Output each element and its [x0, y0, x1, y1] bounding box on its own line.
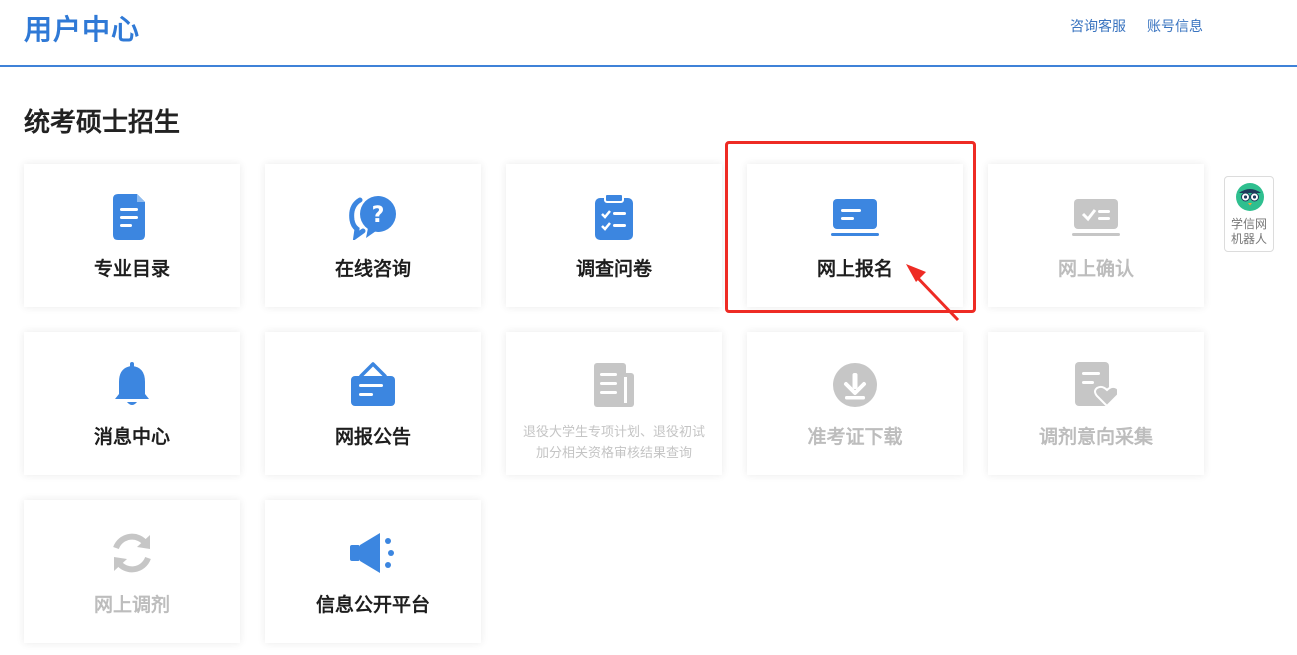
card-label-multiline: 退役大学生专项计划、退役初试 加分相关资格审核结果查询 — [512, 422, 716, 464]
bell-icon — [24, 362, 240, 408]
robot-label: 学信网 机器人 — [1225, 217, 1273, 247]
download-circle-icon — [747, 362, 963, 408]
form-heart-icon — [988, 362, 1204, 408]
bulletin-board-icon — [265, 362, 481, 408]
card-online-confirmation[interactable]: 网上确认 — [988, 164, 1204, 307]
megaphone-icon — [265, 530, 481, 576]
svg-text:?: ? — [372, 203, 385, 228]
card-online-registration[interactable]: 网上报名 — [747, 164, 963, 307]
card-label: 网上报名 — [816, 258, 893, 280]
card-information-disclosure-platform[interactable]: 信息公开平台 — [265, 500, 481, 643]
card-label-line2: 加分相关资格审核结果查询 — [535, 446, 692, 461]
card-label: 网报公告 — [334, 426, 411, 448]
laptop-icon — [747, 194, 963, 240]
card-label: 网上调剂 — [93, 594, 170, 616]
section-title: 统考硕士招生 — [24, 108, 181, 138]
card-admission-ticket-download[interactable]: 准考证下载 — [747, 332, 963, 475]
chat-robot-button[interactable]: 学信网 机器人 — [1224, 176, 1274, 252]
robot-avatar-icon — [1236, 183, 1264, 211]
robot-label-line1: 学信网 — [1230, 217, 1267, 231]
card-label: 准考证下载 — [807, 426, 903, 448]
card-veteran-qualification-query[interactable]: 退役大学生专项计划、退役初试 加分相关资格审核结果查询 — [506, 332, 722, 475]
card-adjustment-intention[interactable]: 调剂意向采集 — [988, 332, 1204, 475]
consult-service-link[interactable]: 咨询客服 — [1070, 16, 1126, 36]
card-label: 调查问卷 — [575, 258, 652, 280]
account-info-link[interactable]: 账号信息 — [1147, 16, 1203, 36]
newspaper-icon — [506, 362, 722, 408]
card-online-adjustment[interactable]: 网上调剂 — [24, 500, 240, 643]
card-message-center[interactable]: 消息中心 — [24, 332, 240, 475]
card-label: 专业目录 — [93, 258, 170, 280]
card-online-consult[interactable]: ? 在线咨询 — [265, 164, 481, 307]
chat-question-icon: ? — [265, 194, 481, 240]
clipboard-checklist-icon — [506, 194, 722, 240]
card-major-catalog[interactable]: 专业目录 — [24, 164, 240, 307]
top-header: 用户中心 咨询客服 账号信息 — [0, 0, 1297, 67]
robot-label-line2: 机器人 — [1230, 232, 1267, 246]
card-label: 消息中心 — [93, 426, 170, 448]
card-survey[interactable]: 调查问卷 — [506, 164, 722, 307]
refresh-arrows-icon — [24, 530, 240, 576]
card-label: 在线咨询 — [334, 258, 411, 280]
laptop-check-icon — [988, 194, 1204, 240]
card-label-line1: 退役大学生专项计划、退役初试 — [522, 425, 705, 440]
document-bookmark-icon — [24, 194, 240, 240]
card-label: 信息公开平台 — [315, 594, 430, 616]
page-brand-title: 用户中心 — [24, 13, 141, 46]
card-registration-notice[interactable]: 网报公告 — [265, 332, 481, 475]
card-label: 网上确认 — [1057, 258, 1134, 280]
card-label: 调剂意向采集 — [1038, 426, 1153, 448]
